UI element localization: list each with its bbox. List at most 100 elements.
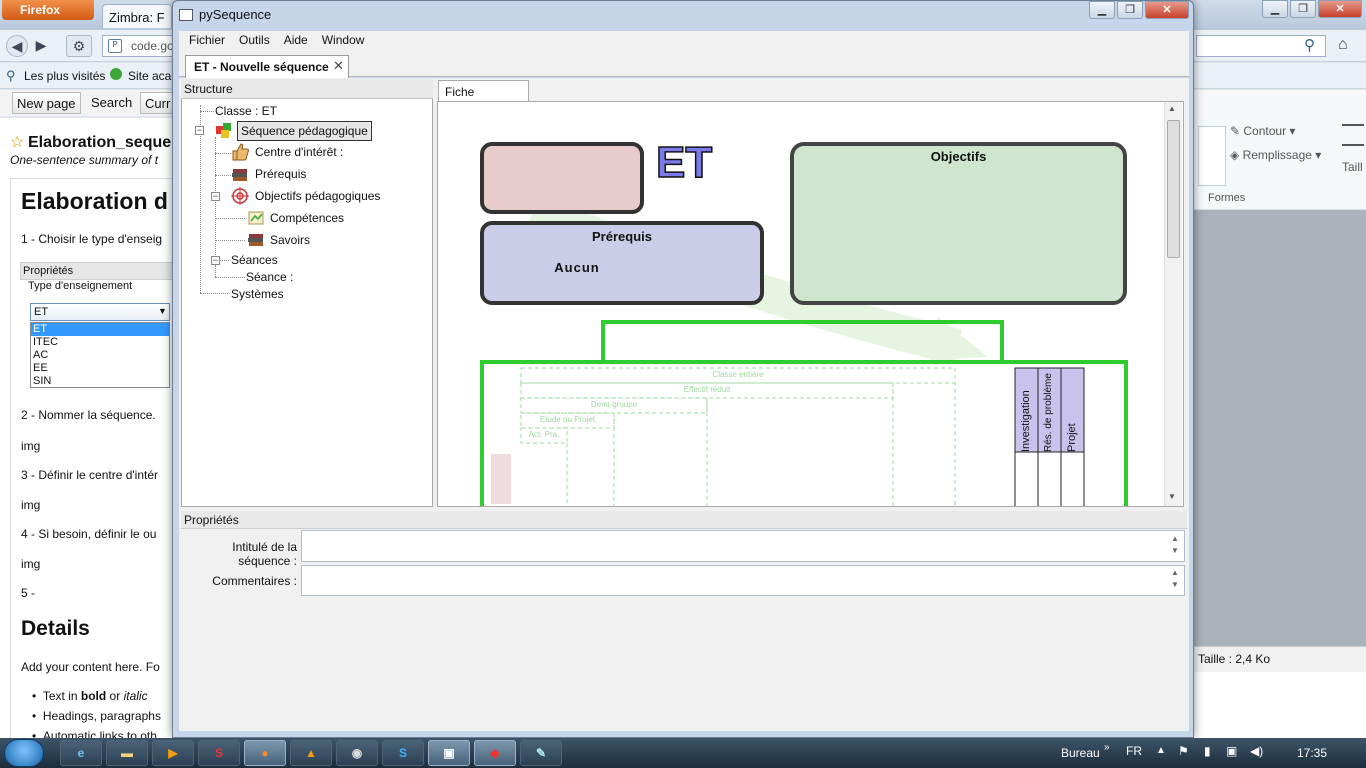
tree-competences[interactable]: Compétences	[270, 211, 344, 225]
menu-window[interactable]: Window	[316, 33, 371, 49]
tree-sequence[interactable]: Séquence pédagogique	[237, 121, 372, 141]
document-tab[interactable]: ET - Nouvelle séquence	[185, 55, 349, 78]
system-tray: Bureau » FR ▲ ⚑ ▮ ▣ ◀) 17:35	[1040, 738, 1366, 768]
spin-icon[interactable]: ▲ ▼	[1171, 533, 1179, 557]
addons-icon[interactable]: ⚙	[66, 35, 92, 57]
img-placeholder: img	[21, 439, 41, 453]
forward-icon[interactable]: ▶	[32, 35, 50, 57]
start-button[interactable]	[4, 739, 44, 767]
app-icon	[179, 9, 193, 21]
tree-systemes[interactable]: Systèmes	[231, 287, 284, 301]
bookmark-site-acad[interactable]: Site acad	[128, 69, 178, 83]
collapse-icon[interactable]: −	[211, 192, 220, 201]
scroll-down-icon[interactable]: ▼	[1168, 492, 1176, 501]
tree-prerequis[interactable]: Prérequis	[255, 167, 306, 181]
star-icon[interactable]: ☆	[10, 132, 24, 152]
solidworks-icon[interactable]: S	[198, 740, 240, 766]
paint-icon[interactable]: ✎	[520, 740, 562, 766]
tree-centre-interet[interactable]: Centre d'intérêt :	[255, 145, 343, 159]
battery-icon[interactable]: ▮	[1204, 744, 1211, 758]
row-effectif-reduit: Effectif réduit	[683, 385, 731, 394]
intitule-input[interactable]	[301, 530, 1185, 562]
home-icon[interactable]: ⌂	[1338, 36, 1348, 54]
remplissage-button[interactable]: ◈ Remplissage ▾	[1230, 148, 1321, 162]
new-page-button[interactable]: New page	[12, 92, 81, 114]
fiche-sequence-canvas: ET Objectifs Prérequis Aucun Classe enti…	[437, 101, 1184, 507]
img-placeholder: img	[21, 498, 41, 512]
minimize-icon[interactable]: ▁	[1089, 1, 1115, 19]
pysequence-window-controls: ▁ ❐ ✕	[1089, 1, 1189, 19]
firefox-icon[interactable]: ●	[244, 740, 286, 766]
clock[interactable]: 17:35	[1297, 746, 1327, 760]
commentaires-input[interactable]	[301, 565, 1185, 596]
tree-objectifs[interactable]: Objectifs pédagogiques	[255, 189, 380, 203]
explorer-icon[interactable]: ▬	[106, 740, 148, 766]
option-sin[interactable]: SIN	[31, 375, 169, 388]
bookmark-most-visited[interactable]: Les plus visités	[24, 69, 105, 83]
bureau-label[interactable]: Bureau	[1061, 746, 1100, 760]
bullet-3: • Automatic links to oth	[32, 729, 157, 738]
collapse-icon[interactable]: −	[195, 126, 204, 135]
chevron-down-icon[interactable]: ▼	[158, 306, 167, 316]
skype-icon[interactable]: S	[382, 740, 424, 766]
option-ee[interactable]: EE	[31, 362, 169, 375]
language-indicator[interactable]: FR	[1126, 744, 1142, 758]
menu-aide[interactable]: Aide	[278, 33, 314, 49]
competences-icon	[248, 211, 264, 225]
tree-seance[interactable]: Séance :	[246, 270, 293, 284]
close-icon[interactable]: ✕	[1145, 1, 1189, 19]
bureau-toggle-icon[interactable]: »	[1104, 742, 1110, 753]
column-investigation: Investigation	[1020, 390, 1032, 452]
pysequence-window: pySequence ▁ ❐ ✕ Fichier Outils Aide Win…	[172, 0, 1194, 738]
app-icon[interactable]: ◉	[336, 740, 378, 766]
media-player-icon[interactable]: ▶	[152, 740, 194, 766]
option-ac[interactable]: AC	[31, 349, 169, 362]
flag-icon[interactable]: ⚑	[1178, 744, 1189, 758]
firefox-tab[interactable]: Zimbra: F	[102, 4, 172, 28]
tree-seances[interactable]: Séances	[231, 253, 278, 267]
volume-icon[interactable]: ◀)	[1250, 744, 1263, 758]
tree-savoirs[interactable]: Savoirs	[270, 233, 310, 247]
spin-icon[interactable]: ▲ ▼	[1171, 567, 1179, 591]
network-icon[interactable]: ▣	[1226, 744, 1237, 758]
ie-icon[interactable]: e	[60, 740, 102, 766]
column-res-probleme: Rés. de problème	[1043, 373, 1054, 452]
et-box	[480, 142, 644, 214]
option-itec[interactable]: ITEC	[31, 336, 169, 349]
prerequis-value: Aucun	[554, 260, 600, 275]
fiche-sequence-tab[interactable]: Fiche Séquence	[438, 80, 529, 113]
search-icon[interactable]: ⚲	[1304, 36, 1315, 54]
pysequence-taskbar-icon[interactable]: ◆	[474, 740, 516, 766]
objectifs-box[interactable]	[790, 142, 1127, 305]
menu-outils[interactable]: Outils	[233, 33, 276, 49]
scroll-up-icon[interactable]: ▲	[1168, 104, 1176, 113]
type-label: Type d'enseignement	[28, 280, 133, 292]
et-big-label: ET	[655, 137, 713, 188]
close-tab-icon[interactable]: ✕	[333, 58, 344, 74]
paint-canvas-area	[1192, 210, 1366, 646]
tree-classe[interactable]: Classe : ET	[215, 104, 277, 118]
type-select[interactable]: ET	[30, 303, 170, 321]
search-button[interactable]: Search	[91, 95, 132, 110]
option-et[interactable]: ET	[31, 323, 169, 336]
back-icon[interactable]: ◀	[6, 35, 28, 57]
size-icon[interactable]	[1342, 124, 1364, 146]
wiki-summary: One-sentence summary of t	[10, 153, 159, 167]
bookmark-site-icon	[110, 68, 122, 80]
paint-status-size: Taille : 2,4 Ko	[1192, 646, 1366, 672]
minimize-icon[interactable]: ▁	[1262, 0, 1288, 18]
firefox-menu-button[interactable]: Firefox	[2, 0, 94, 20]
scroll-thumb[interactable]	[1167, 120, 1180, 258]
contour-button[interactable]: ✎ Contour ▾	[1230, 124, 1295, 138]
maximize-icon[interactable]: ❐	[1290, 0, 1316, 18]
collapse-icon[interactable]: −	[211, 256, 220, 265]
fiche-scrollbar[interactable]: ▲ ▼	[1164, 102, 1182, 506]
window-app-icon[interactable]: ▣	[428, 740, 470, 766]
vlc-icon[interactable]: ▲	[290, 740, 332, 766]
target-icon	[231, 187, 249, 205]
maximize-icon[interactable]: ❐	[1117, 1, 1143, 19]
site-icon: P	[108, 39, 122, 53]
close-icon[interactable]: ✕	[1318, 0, 1362, 18]
menu-fichier[interactable]: Fichier	[183, 33, 231, 49]
tray-expand-icon[interactable]: ▲	[1156, 745, 1166, 756]
